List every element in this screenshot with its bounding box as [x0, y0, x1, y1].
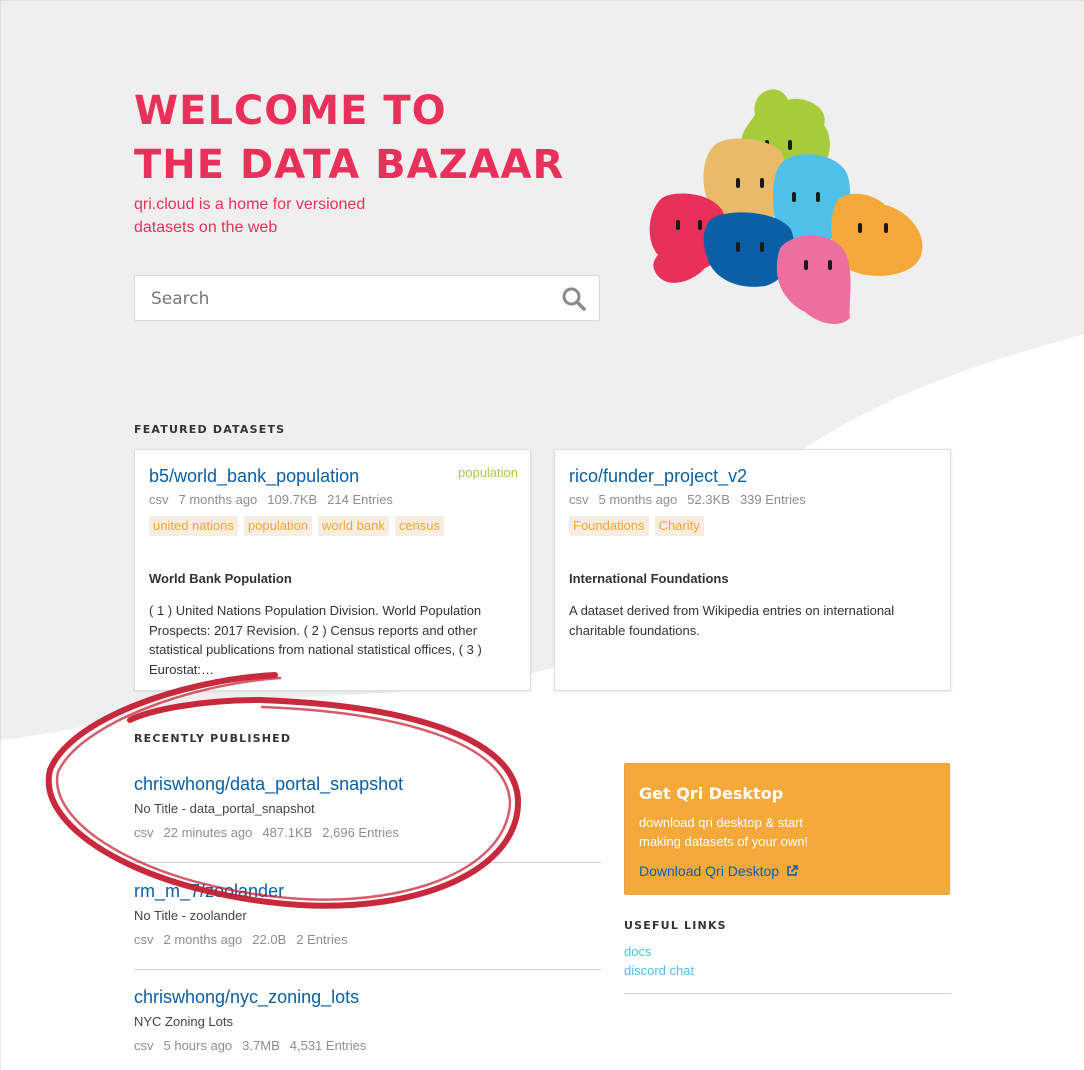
- dataset-title: NYC Zoning Lots: [134, 1014, 233, 1029]
- dataset-meta: csv 5 months ago 52.3KB 339 Entries: [569, 492, 816, 507]
- format: csv: [149, 492, 169, 507]
- tag[interactable]: Foundations: [569, 516, 649, 536]
- size: 52.3KB: [687, 492, 730, 507]
- dataset-link[interactable]: rico/funder_project_v2: [569, 466, 747, 487]
- search-input[interactable]: [149, 285, 553, 313]
- qri-blobs-illustration: [649, 89, 923, 324]
- hero-title-line-1: WELCOME TO: [134, 88, 447, 134]
- entries: 214 Entries: [327, 492, 393, 507]
- entries: 2,696 Entries: [322, 825, 399, 840]
- size: 487.1KB: [262, 825, 313, 840]
- entries: 4,531 Entries: [289, 1038, 367, 1053]
- format: csv: [569, 492, 589, 507]
- divider: [134, 862, 601, 863]
- useful-links-heading: USEFUL LINKS: [624, 919, 727, 932]
- entries: 2 Entries: [296, 932, 348, 947]
- format: csv: [134, 932, 154, 947]
- external-link-icon: [787, 865, 798, 876]
- updated: 22 minutes ago: [163, 825, 253, 840]
- dataset-meta: csv 7 months ago 109.7KB 214 Entries: [149, 492, 403, 507]
- featured-card[interactable]: rico/funder_project_v2 csv 5 months ago 52…: [554, 449, 951, 691]
- recently-published-heading: RECENTLY PUBLISHED: [134, 732, 292, 745]
- divider: [624, 993, 951, 994]
- hero-subtitle-line-2: datasets on the web: [134, 219, 278, 236]
- tag[interactable]: world bank: [317, 516, 389, 536]
- promo-title: Get Qri Desktop: [639, 784, 784, 803]
- dataset-title: No Title - zoolander: [134, 908, 247, 923]
- updated: 5 hours ago: [163, 1038, 233, 1053]
- hero-subtitle-line-1: qri.cloud is a home for versioned: [134, 196, 366, 213]
- dataset-meta: csv 22 minutes ago 487.1KB 2,696 Entries: [134, 825, 601, 840]
- divider: [134, 969, 601, 970]
- list-item: chriswhong/data_portal_snapshot No Title…: [134, 774, 601, 840]
- size: 3.7MB: [242, 1038, 280, 1053]
- discord-chat-link[interactable]: discord chat: [624, 963, 694, 978]
- size: 109.7KB: [267, 492, 318, 507]
- hero-title-line-2: THE DATA BAZAAR: [134, 142, 565, 188]
- updated: 5 months ago: [598, 492, 678, 507]
- dataset-title: No Title - data_portal_snapshot: [134, 801, 315, 816]
- list-item: rm_m_7/zoolander No Title - zoolander cs…: [134, 881, 601, 947]
- dataset-link[interactable]: chriswhong/data_portal_snapshot: [134, 774, 601, 795]
- dataset-link[interactable]: chriswhong/nyc_zoning_lots: [134, 987, 601, 1008]
- size: 22.0B: [252, 932, 287, 947]
- tag-list: united nations population world bank census: [149, 515, 450, 536]
- updated: 7 months ago: [178, 492, 258, 507]
- hero-title: WELCOME TO THE DATA BAZAAR: [134, 84, 564, 192]
- updated: 2 months ago: [163, 932, 243, 947]
- category-badge: population: [458, 465, 518, 480]
- promo-text: download qri desktop & start making data…: [639, 815, 809, 849]
- dataset-title: International Foundations: [569, 571, 729, 586]
- featured-datasets-heading: FEATURED DATASETS: [134, 423, 286, 436]
- pink-blob: [776, 235, 851, 324]
- dataset-title: World Bank Population: [149, 571, 292, 586]
- list-item: chriswhong/nyc_zoning_lots NYC Zoning Lo…: [134, 987, 601, 1053]
- tag[interactable]: population: [243, 516, 312, 536]
- dataset-description: A dataset derived from Wikipedia entries…: [569, 603, 895, 638]
- dataset-link[interactable]: b5/world_bank_population: [149, 466, 359, 487]
- download-qri-desktop-link[interactable]: Download Qri Desktop: [639, 863, 798, 879]
- magnifier-icon[interactable]: [561, 286, 587, 312]
- dataset-meta: csv 2 months ago 22.0B 2 Entries: [134, 932, 601, 947]
- tag[interactable]: united nations: [149, 516, 238, 536]
- tag-list: Foundations Charity: [569, 515, 710, 536]
- dataset-link[interactable]: rm_m_7/zoolander: [134, 881, 601, 902]
- format: csv: [134, 1038, 154, 1053]
- docs-link[interactable]: docs: [624, 944, 651, 959]
- tag[interactable]: census: [394, 516, 445, 536]
- get-qri-desktop-card: Get Qri Desktop download qri desktop & s…: [624, 763, 950, 895]
- search-box[interactable]: [134, 275, 600, 321]
- download-link-label: Download Qri Desktop: [639, 863, 780, 879]
- featured-card[interactable]: b5/world_bank_population population csv 7…: [134, 449, 531, 691]
- tag[interactable]: Charity: [654, 516, 704, 536]
- format: csv: [134, 825, 154, 840]
- dataset-description: ( 1 ) United Nations Population Division…: [149, 603, 482, 677]
- hero-subtitle: qri.cloud is a home for versioned datase…: [134, 193, 434, 239]
- dataset-meta: csv 5 hours ago 3.7MB 4,531 Entries: [134, 1038, 601, 1053]
- entries: 339 Entries: [739, 492, 806, 507]
